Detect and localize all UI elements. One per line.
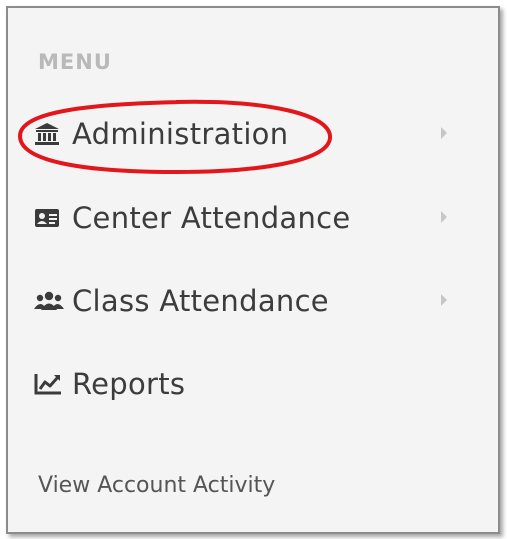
menu-item-administration[interactable]: Administration: [34, 104, 464, 164]
view-account-activity-link[interactable]: View Account Activity: [38, 473, 275, 498]
menu-heading: MENU: [38, 50, 112, 74]
chevron-right-icon: [438, 208, 450, 226]
menu-panel: MENU Administration Center Attendance Cl…: [6, 6, 500, 534]
chevron-right-icon: [438, 291, 450, 309]
chevron-right-icon: [438, 124, 450, 142]
menu-item-label: Class Attendance: [72, 284, 329, 318]
bank-icon: [34, 119, 72, 149]
id-card-icon: [34, 203, 72, 233]
menu-item-label: Center Attendance: [72, 201, 351, 235]
line-chart-icon: [34, 369, 72, 399]
menu-item-center-attendance[interactable]: Center Attendance: [34, 188, 464, 248]
menu-item-label: Reports: [72, 367, 186, 401]
users-icon: [34, 286, 72, 316]
menu-item-label: Administration: [72, 117, 289, 151]
menu-item-class-attendance[interactable]: Class Attendance: [34, 271, 464, 331]
menu-item-reports[interactable]: Reports: [34, 354, 464, 414]
